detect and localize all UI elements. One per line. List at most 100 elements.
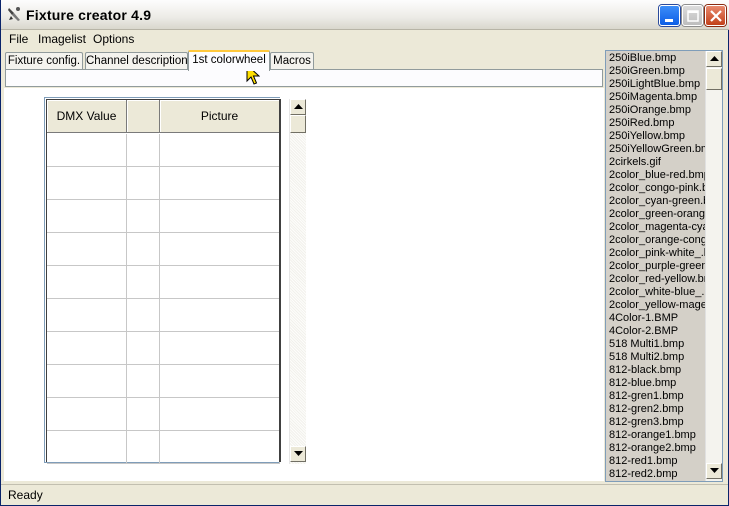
grid-cell[interactable] [47,167,127,200]
grid-cell[interactable] [127,431,160,464]
image-list-item[interactable]: 812-gren3.bmp [609,416,706,429]
column-header-blank[interactable] [127,100,160,133]
maximize-icon [687,10,699,22]
image-list-item[interactable]: 812-red2.bmp [609,468,706,481]
grid-cell[interactable] [47,266,127,299]
menu-imagelist[interactable]: Imagelist [37,32,87,46]
grid-cell[interactable] [160,365,280,398]
image-list-item[interactable]: 250iGreen.bmp [609,65,706,78]
tab-fixture-config[interactable]: Fixture config. [5,52,83,70]
image-list-item[interactable]: 2color_purple-green. [609,260,706,273]
image-list-item[interactable]: 812-gren1.bmp [609,390,706,403]
image-list-item[interactable]: 812-blue.bmp [609,377,706,390]
grid-cell[interactable] [47,200,127,233]
grid-cell[interactable] [160,431,280,464]
grid-cell[interactable] [160,266,280,299]
window-title: Fixture creator 4.9 [26,7,152,23]
image-list-item[interactable]: 2color_yellow-mager [609,299,706,312]
image-list-item[interactable]: 250iRed.bmp [609,117,706,130]
status-text: Ready [8,488,43,502]
grid-cell[interactable] [47,299,127,332]
grid-cell[interactable] [47,365,127,398]
maximize-button[interactable] [682,5,703,26]
grid-cell[interactable] [160,200,280,233]
grid-cell[interactable] [47,398,127,431]
arrow-down-icon [710,468,719,473]
scroll-down-button[interactable] [290,446,306,462]
status-bar: Ready [1,484,728,505]
grid-cell[interactable] [160,167,280,200]
column-header-picture[interactable]: Picture [160,100,280,133]
image-list-item[interactable]: 250iYellowGreen.bm [609,143,706,156]
tab-strip: Fixture config. Channel description 1st … [5,50,603,71]
grid-cell[interactable] [160,134,280,167]
grid-border [279,99,281,462]
tab-macros[interactable]: Macros [270,52,314,70]
grid-cell[interactable] [160,299,280,332]
grid-cell[interactable] [127,200,160,233]
image-list-item[interactable]: 2color_blue-red.bmp [609,169,706,182]
grid-cell[interactable] [47,233,127,266]
grid-cell[interactable] [127,233,160,266]
scroll-thumb[interactable] [290,115,306,133]
image-list-item[interactable]: 812-orange1.bmp [609,429,706,442]
grid-cell[interactable] [127,134,160,167]
list-scroll-thumb[interactable] [706,68,722,90]
title-bar[interactable]: Fixture creator 4.9 [1,0,729,30]
grid-body: DMX Value Picture [46,99,280,464]
image-list-item[interactable]: 2color_green-orange [609,208,706,221]
image-list-item[interactable]: 2color_pink-white_.b [609,247,706,260]
image-list-item[interactable]: 812-black.bmp [609,364,706,377]
image-list-item[interactable]: 4Color-2.BMP [609,325,706,338]
app-window: Fixture creator 4.9 File Imagelist Optio… [0,0,729,506]
grid-cell[interactable] [160,233,280,266]
tab-first-colorwheel[interactable]: 1st colorwheel [188,50,270,71]
scroll-up-button[interactable] [290,99,306,115]
image-list-item[interactable]: 2color_congo-pink.b [609,182,706,195]
close-icon [710,10,722,22]
list-scroll-up-button[interactable] [706,51,722,67]
image-list-item[interactable]: 2color_cyan-green.b [609,195,706,208]
grid-cell[interactable] [127,365,160,398]
image-list-item[interactable]: 250iYellow.bmp [609,130,706,143]
grid-cell[interactable] [47,431,127,464]
image-list-item[interactable]: 812-red1.bmp [609,455,706,468]
grid-cell[interactable] [127,332,160,365]
minimize-button[interactable] [659,5,680,26]
image-list-scrollbar[interactable] [705,51,722,481]
grid-cell[interactable] [127,266,160,299]
grid-cell[interactable] [127,167,160,200]
grid-cell[interactable] [160,398,280,431]
arrow-up-icon [710,56,719,61]
image-list-item[interactable]: 812-orange2.bmp [609,442,706,455]
image-list-item[interactable]: 518 Multi2.bmp [609,351,706,364]
image-list-item[interactable]: 250iLightBlue.bmp [609,78,706,91]
minimize-icon [665,19,673,22]
image-list-item[interactable]: 2color_magenta-cya [609,221,706,234]
image-list-item[interactable]: 812-gren2.bmp [609,403,706,416]
image-list-item[interactable]: 250iOrange.bmp [609,104,706,117]
grid-cell[interactable] [127,299,160,332]
tab-panel [5,69,603,87]
grid-cell[interactable] [47,332,127,365]
image-list-item[interactable]: 518 Multi1.bmp [609,338,706,351]
menu-file[interactable]: File [8,32,29,46]
image-list-item[interactable]: 2color_white-blue_.b [609,286,706,299]
column-header-dmx-value[interactable]: DMX Value [47,100,127,133]
grid-cell[interactable] [47,134,127,167]
app-icon [8,7,20,21]
grid-cell[interactable] [160,332,280,365]
tab-channel-description[interactable]: Channel description [85,52,188,70]
list-scroll-down-button[interactable] [706,463,722,479]
image-list-item[interactable]: 250iBlue.bmp [609,52,706,65]
grid-cell[interactable] [127,398,160,431]
image-list-item[interactable]: 2color_orange-cong [609,234,706,247]
image-list-item[interactable]: 250iMagenta.bmp [609,91,706,104]
image-list-item[interactable]: 2cirkels.gif [609,156,706,169]
menu-options[interactable]: Options [92,32,135,46]
close-button[interactable] [705,5,726,26]
image-list-items: 250iBlue.bmp 250iGreen.bmp 250iLightBlue.b… [609,52,706,481]
image-list-item[interactable]: 2color_red-yellow.bm [609,273,706,286]
grid-scrollbar[interactable] [289,99,306,464]
image-list-item[interactable]: 4Color-1.BMP [609,312,706,325]
